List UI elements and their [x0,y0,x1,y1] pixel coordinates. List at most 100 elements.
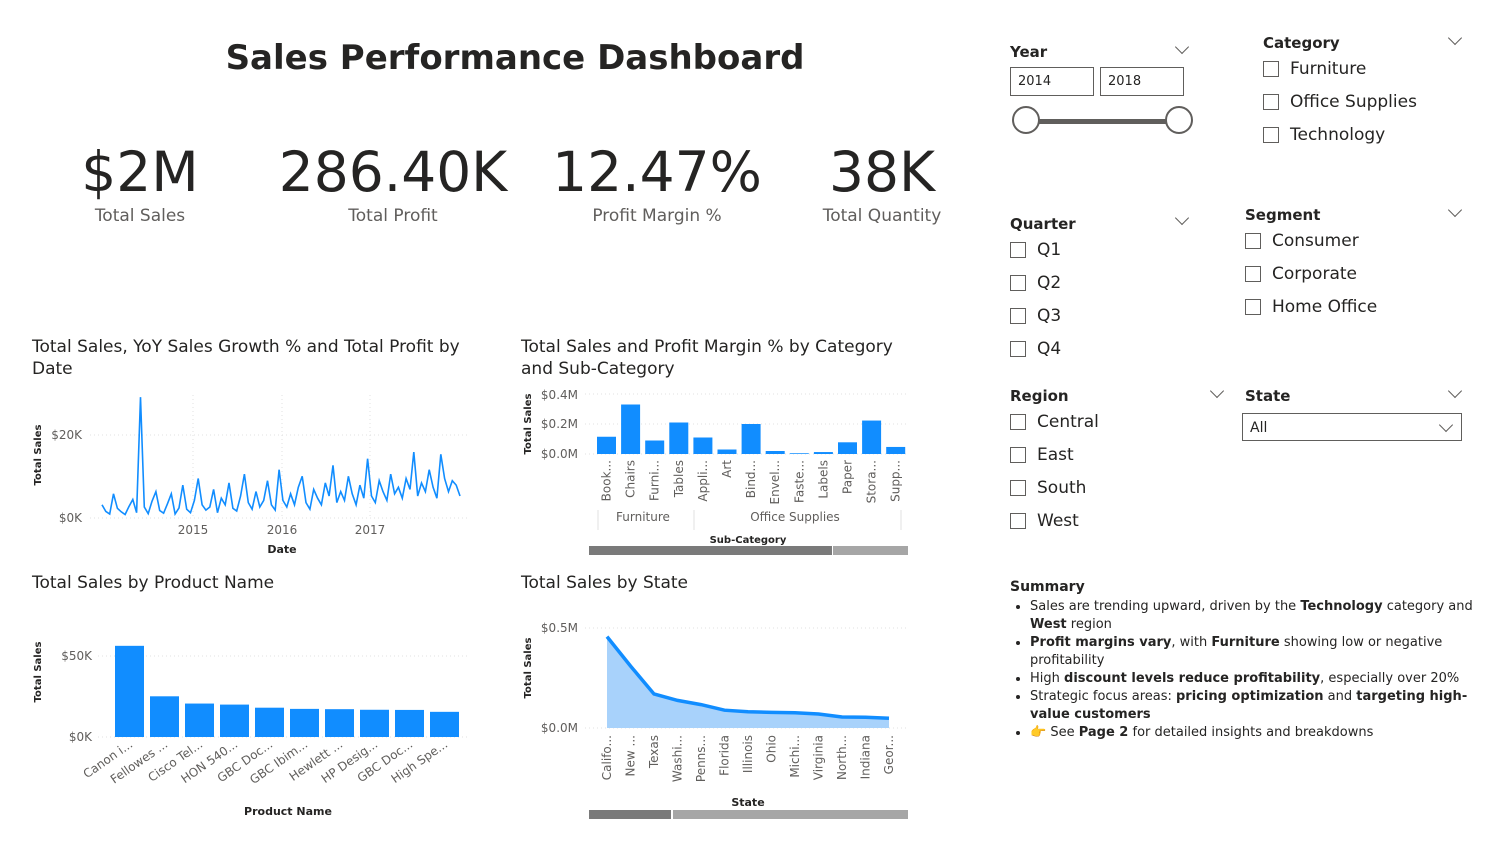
horizontal-scrollbar-thumb[interactable] [589,810,671,819]
checkbox[interactable] [1010,242,1026,258]
bar[interactable] [220,704,249,737]
x-tick-label: Envel... [768,460,782,504]
checkbox[interactable] [1263,94,1279,110]
year-slider-start-handle[interactable] [1012,106,1040,134]
category-option-office-supplies[interactable]: Office Supplies [1263,92,1417,112]
x-axis-title: Date [267,543,296,556]
checkbox[interactable] [1010,341,1026,357]
year-from-input[interactable]: 2014 [1010,67,1094,96]
sales-area-fill [607,636,889,728]
bar[interactable] [838,442,857,454]
slicer-title-quarter: Quarter [1010,215,1076,233]
checkbox[interactable] [1010,414,1026,430]
bar[interactable] [597,436,616,454]
region-option-west[interactable]: West [1010,511,1079,531]
region-option-east[interactable]: East [1010,445,1074,465]
bar[interactable] [789,453,809,454]
bar[interactable] [669,422,689,455]
bar[interactable] [741,424,761,454]
segment-option-corporate[interactable]: Corporate [1245,264,1357,284]
checkbox[interactable] [1245,299,1261,315]
chevron-down-icon[interactable] [1209,383,1225,399]
bar[interactable] [645,440,665,455]
y-tick-label: $0.0M [541,721,578,735]
option-label: Central [1037,412,1099,432]
option-label: West [1037,511,1079,531]
x-tick-label: Ohio [765,735,779,763]
bar[interactable] [325,709,354,737]
checkbox[interactable] [1263,61,1279,77]
chart-title-sales-by-state: Total Sales by State [521,573,689,593]
summary-panel: Summary Sales are trending upward, drive… [1010,578,1480,742]
option-label: Office Supplies [1290,92,1417,112]
segment-option-home-office[interactable]: Home Office [1245,297,1377,317]
kpi-label: Profit Margin % [592,206,722,226]
checkbox[interactable] [1010,480,1026,496]
bar[interactable] [115,645,144,737]
chevron-down-icon[interactable] [1447,30,1463,46]
chevron-down-icon[interactable] [1447,383,1463,399]
checkbox[interactable] [1010,275,1026,291]
bar[interactable] [255,707,284,737]
chart-title-sales-by-subcategory: Total Sales and Profit Margin % by Categ… [521,337,893,379]
bar[interactable] [430,711,459,737]
category-option-technology[interactable]: Technology [1263,125,1385,145]
y-axis-title: Total Sales [33,642,44,703]
quarter-option-q4[interactable]: Q4 [1010,339,1061,359]
kpi-label: Total Quantity [822,206,942,226]
checkbox[interactable] [1010,513,1026,529]
bar[interactable] [290,708,319,737]
checkbox[interactable] [1245,266,1261,282]
sales-by-subcategory-chart[interactable]: Book... Chairs Furni... Tables Appli... Art Bi… [515,380,915,560]
chevron-down-icon[interactable] [1438,417,1454,433]
chart-title-sales-by-product: Total Sales by Product Name [32,573,275,593]
chevron-down-icon[interactable] [1174,39,1190,55]
bar[interactable] [862,420,882,454]
checkbox[interactable] [1263,127,1279,143]
x-tick-label: Florida [718,735,732,776]
option-label: Technology [1290,125,1386,145]
sales-by-state-chart[interactable]: Califo... New ... Texas Washi... Penns... Flo… [515,615,915,825]
bar[interactable] [886,446,906,454]
group-label-furniture: Furniture [616,510,670,524]
bar[interactable] [813,452,833,454]
region-option-south[interactable]: South [1010,478,1086,498]
year-to-input[interactable]: 2018 [1100,67,1184,96]
category-option-furniture[interactable]: Furniture [1263,59,1366,79]
checkbox[interactable] [1010,308,1026,324]
region-option-central[interactable]: Central [1010,412,1099,432]
y-tick-label: $0.2M [541,417,578,431]
sales-line-series[interactable] [101,397,461,517]
bar[interactable] [717,449,737,455]
bar[interactable] [693,437,713,455]
checkbox[interactable] [1010,447,1026,463]
sales-by-product-chart[interactable]: Canon i...Fellowes ...Cisco Tel...HON 54… [20,620,480,825]
x-tick-label: Appli... [696,460,710,502]
sales-by-date-chart[interactable]: $0K $20K 2015 2016 2017 Date Total Sales [20,385,480,560]
horizontal-scrollbar-thumb[interactable] [589,546,832,555]
option-label: East [1037,445,1074,465]
bar[interactable] [621,404,641,455]
quarter-option-q1[interactable]: Q1 [1010,240,1061,260]
bar[interactable] [150,696,179,737]
summary-item: Profit margins vary, with Furniture show… [1030,634,1480,670]
state-dropdown[interactable]: All [1242,413,1462,441]
quarter-option-q3[interactable]: Q3 [1010,306,1061,326]
segment-option-consumer[interactable]: Consumer [1245,231,1359,251]
year-slider-track[interactable] [1026,119,1178,124]
bar[interactable] [185,703,214,737]
horizontal-scrollbar-track[interactable] [673,810,908,819]
bar[interactable] [360,709,389,737]
x-tick-label: Washi... [671,735,685,782]
kpi-total-profit: 286.40K Total Profit [278,140,508,226]
chevron-down-icon[interactable] [1447,202,1463,218]
year-slider-end-handle[interactable] [1165,106,1193,134]
slicer-title-region: Region [1010,387,1069,405]
checkbox[interactable] [1245,233,1261,249]
y-tick-label: $0.4M [541,388,578,402]
quarter-option-q2[interactable]: Q2 [1010,273,1061,293]
chevron-down-icon[interactable] [1174,210,1190,226]
bar[interactable] [765,451,785,454]
bar[interactable] [395,709,424,737]
horizontal-scrollbar-track[interactable] [833,546,908,555]
